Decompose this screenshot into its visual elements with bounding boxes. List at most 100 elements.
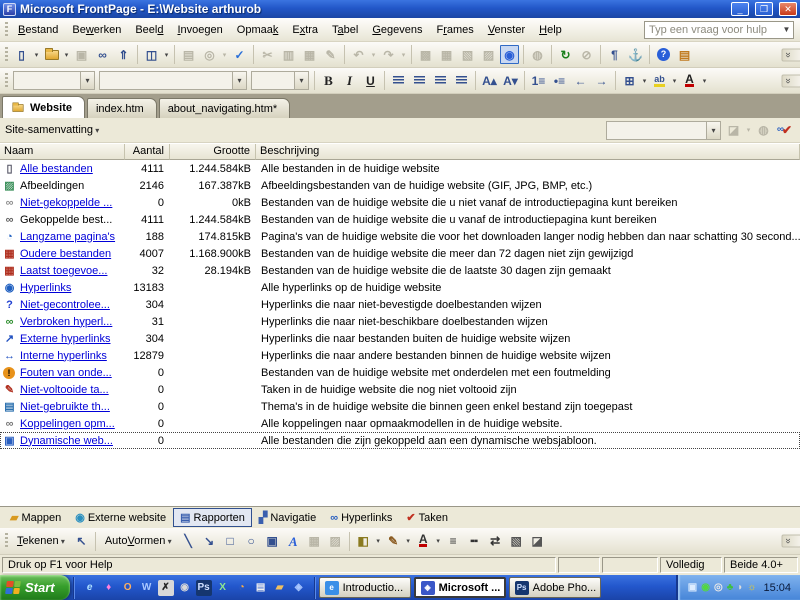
increase-indent-button[interactable]: → xyxy=(592,71,611,90)
highlight-color-button[interactable]: ab xyxy=(650,71,669,90)
print-preview-dropdown-arrow[interactable]: ▾ xyxy=(220,51,229,59)
open-dropdown-arrow[interactable]: ▾ xyxy=(62,51,71,59)
edit-hyperlink-button[interactable]: ◪ xyxy=(724,121,743,140)
3d-style-button[interactable]: ◪ xyxy=(528,532,547,551)
view-tab-rapporten[interactable]: ▤Rapporten xyxy=(173,508,252,527)
font-color-button[interactable]: A xyxy=(680,71,699,90)
show-formatting-marks-button[interactable]: ¶ xyxy=(605,45,624,64)
find-button[interactable]: ∞ xyxy=(93,45,112,64)
redo-button[interactable]: ↷ xyxy=(379,45,398,64)
report-row-externe-hyperlinks[interactable]: ↗Externe hyperlinks304Hyperlinks die naa… xyxy=(0,330,800,347)
rectangle-tool-button[interactable]: □ xyxy=(221,532,240,551)
verify-hyperlinks-button[interactable]: ✔ xyxy=(775,121,794,140)
excel-icon[interactable]: X xyxy=(215,580,231,596)
toolbar-options-chevron[interactable]: » xyxy=(782,74,800,87)
increase-font-size-button[interactable]: A▴ xyxy=(480,71,499,90)
report-row-afbeeldingen[interactable]: ▨Afbeeldingen2146167.387kBAfbeeldingsbes… xyxy=(0,177,800,194)
italic-button[interactable]: I xyxy=(340,71,359,90)
column-header-aantal[interactable]: Aantal xyxy=(125,144,170,160)
tab-about-navigating-htm[interactable]: about_navigating.htm* xyxy=(159,98,290,118)
report-row-koppelingen-opm[interactable]: ∞Koppelingen opm...0Alle koppelingen naa… xyxy=(0,415,800,432)
chevron-down-icon[interactable]: ▼ xyxy=(780,25,793,34)
bullets-button[interactable]: •≡ xyxy=(550,71,569,90)
report-link-oudere-bestanden[interactable]: Oudere bestanden xyxy=(20,248,111,260)
menu-gegevens[interactable]: Gegevens xyxy=(365,22,429,38)
draw-font-color-button[interactable]: A xyxy=(414,532,433,551)
undo-dropdown-arrow[interactable]: ▾ xyxy=(369,51,378,59)
font-combo-arrow-icon[interactable]: ▾ xyxy=(232,72,246,89)
scheduler-app-icon[interactable]: ◔ xyxy=(234,580,250,596)
chevron-down-icon[interactable]: ▾ xyxy=(93,126,99,135)
notepad-icon[interactable]: ▤ xyxy=(253,580,269,596)
style-combo-arrow-icon[interactable]: ▾ xyxy=(80,72,94,89)
toolbar-grip[interactable] xyxy=(5,73,8,89)
report-row-alle-bestanden[interactable]: ▯Alle bestanden41111.244.584kBAlle besta… xyxy=(0,160,800,177)
report-link-verbroken-hyperl[interactable]: Verbroken hyperl... xyxy=(20,316,112,328)
wordart-tool-button[interactable]: A xyxy=(284,532,303,551)
pinball-app-icon[interactable]: ✗ xyxy=(158,580,174,596)
format-painter-button[interactable]: ✎ xyxy=(321,45,340,64)
column-header-naam[interactable]: Naam xyxy=(0,144,125,160)
borders-dropdown-arrow[interactable]: ▾ xyxy=(640,77,649,85)
draw-font-color-dropdown-arrow[interactable]: ▾ xyxy=(434,537,443,545)
report-view-selector[interactable]: Site-samenvatting xyxy=(5,124,93,136)
report-link-hyperlinks[interactable]: Hyperlinks xyxy=(20,282,71,294)
menu-grip[interactable] xyxy=(5,22,8,38)
view-tab-taken[interactable]: ✔Taken xyxy=(399,508,455,527)
autovormen-button[interactable]: AutoVormen ▾ xyxy=(99,533,178,549)
justify-button[interactable] xyxy=(452,71,471,90)
start-button[interactable]: Start xyxy=(0,575,70,600)
mouse-tray-icon[interactable]: ◗ xyxy=(737,582,743,593)
toolbar-options-chevron[interactable]: » xyxy=(782,535,800,548)
align-center-button[interactable] xyxy=(410,71,429,90)
report-link-niet-voltooide-ta[interactable]: Niet-voltooide ta... xyxy=(20,384,109,396)
report-link-externe-hyperlinks[interactable]: Externe hyperlinks xyxy=(20,333,111,345)
fill-color-button[interactable]: ◧ xyxy=(354,532,373,551)
media-app-icon[interactable]: ♦ xyxy=(101,580,117,596)
menu-venster[interactable]: Venster xyxy=(481,22,532,38)
menu-opmaak[interactable]: Opmaak xyxy=(230,22,286,38)
minimize-button[interactable]: _ xyxy=(731,2,749,16)
arrow-tool-button[interactable]: ↘ xyxy=(200,532,219,551)
shield-tray-icon[interactable]: ♣ xyxy=(727,582,734,593)
line-color-button[interactable]: ✎ xyxy=(384,532,403,551)
select-objects-button[interactable]: ↖ xyxy=(72,532,91,551)
report-row-hyperlinks[interactable]: ◉Hyperlinks13183Alle hyperlinks op de hu… xyxy=(0,279,800,296)
align-left-button[interactable] xyxy=(389,71,408,90)
camera-app-icon[interactable]: ◉ xyxy=(177,580,193,596)
copy-button[interactable]: ▥ xyxy=(279,45,298,64)
highlight-color-dropdown-arrow[interactable]: ▾ xyxy=(670,77,679,85)
report-link-niet-gecontrolee[interactable]: Niet-gecontrolee... xyxy=(20,299,110,311)
toolbar-options-chevron[interactable]: » xyxy=(782,48,800,61)
report-row-oudere-bestanden[interactable]: ▦Oudere bestanden40071.168.900kBBestande… xyxy=(0,245,800,262)
line-color-dropdown-arrow[interactable]: ▾ xyxy=(404,537,413,545)
insert-diagram-button[interactable]: ▦ xyxy=(305,532,324,551)
stop-button[interactable]: ⊘ xyxy=(577,45,596,64)
bookmark-button[interactable]: ⚓ xyxy=(626,45,645,64)
menu-bewerken[interactable]: Bewerken xyxy=(65,22,128,38)
menu-help[interactable]: Help xyxy=(532,22,569,38)
underline-button[interactable]: U xyxy=(361,71,380,90)
insert-table-button[interactable]: ▦ xyxy=(437,45,456,64)
arrow-style-button[interactable]: ⇄ xyxy=(486,532,505,551)
maximize-button[interactable]: ❐ xyxy=(755,2,773,16)
update-tray-icon[interactable]: ◎ xyxy=(714,582,723,593)
menu-extra[interactable]: Extra xyxy=(285,22,325,38)
toggle-pane-button[interactable]: ◫ xyxy=(142,45,161,64)
insert-picture-button[interactable]: ▨ xyxy=(479,45,498,64)
tab-website[interactable]: Website xyxy=(2,96,85,118)
report-row-langzame-pagina-s[interactable]: ◔Langzame pagina's188174.815kBPagina's v… xyxy=(0,228,800,245)
help-question-box[interactable]: Typ een vraag voor hulp ▼ xyxy=(644,21,794,39)
new-page-button[interactable]: ▯ xyxy=(12,45,31,64)
align-right-button[interactable] xyxy=(431,71,450,90)
report-link-niet-gekoppelde[interactable]: Niet-gekoppelde ... xyxy=(20,197,112,209)
help-button[interactable]: ? xyxy=(654,45,673,64)
report-link-fouten-van-onde[interactable]: Fouten van onde... xyxy=(20,367,112,379)
view-tab-mappen[interactable]: ▰Mappen xyxy=(3,508,68,527)
insert-web-component-button[interactable]: ▩ xyxy=(416,45,435,64)
size-combo-arrow-icon[interactable]: ▾ xyxy=(294,72,308,89)
antivirus-tray-icon[interactable]: ◉ xyxy=(701,582,710,593)
report-filter[interactable]: ▾ xyxy=(606,121,721,140)
report-globe-button[interactable]: ◍ xyxy=(754,121,773,140)
print-preview-button[interactable]: ◎ xyxy=(200,45,219,64)
